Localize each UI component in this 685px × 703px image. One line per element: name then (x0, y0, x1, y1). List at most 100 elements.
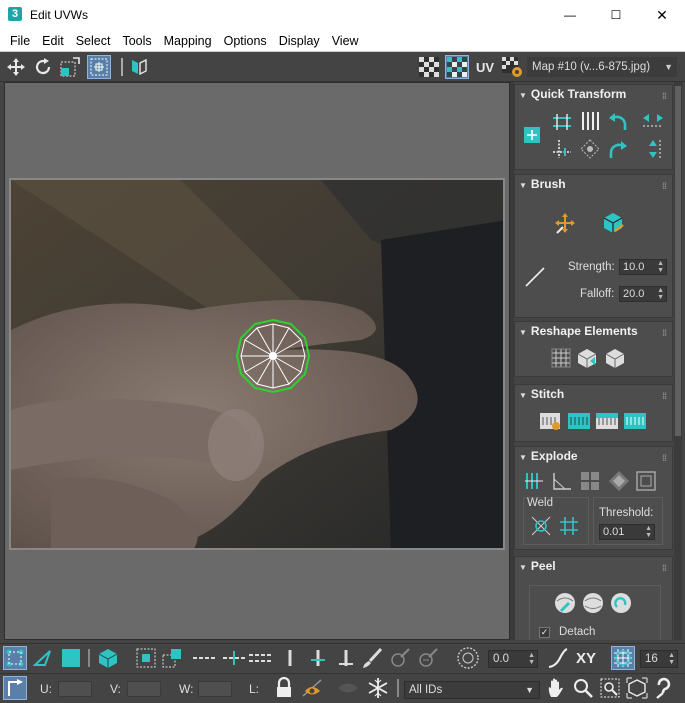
relax-until-flat-button[interactable] (575, 346, 599, 370)
panel-scrollbar[interactable] (674, 82, 682, 640)
break-by-smoothing-button[interactable] (523, 469, 547, 493)
falloff-type-button[interactable] (546, 646, 570, 670)
minimize-button[interactable]: — (547, 0, 593, 30)
ring-grow-button[interactable] (222, 646, 246, 670)
eye-visibility-icon (302, 679, 322, 697)
menu-view[interactable]: View (326, 34, 365, 48)
grid-size-field[interactable]: 16 ▲ ▼ (640, 650, 678, 668)
loop-grow-button[interactable] (306, 646, 330, 670)
flatten-by-smoothing-button[interactable] (635, 469, 659, 493)
move-tool-button[interactable] (4, 55, 28, 79)
strength-spinner[interactable]: 10.0 ▲ ▼ (619, 259, 667, 275)
v-coordinate-field[interactable] (127, 681, 161, 697)
stitch-average-button[interactable] (595, 409, 619, 433)
lock-selection-button[interactable] (272, 676, 296, 700)
menu-mapping[interactable]: Mapping (158, 34, 218, 48)
zoom-region-button[interactable] (598, 676, 622, 700)
paint-move-button[interactable] (553, 211, 577, 235)
zoom-button[interactable] (571, 676, 595, 700)
uv-mode-button[interactable]: UV (473, 55, 497, 79)
brush-header[interactable]: ▼ Brush ⁞⁞ (515, 175, 672, 193)
element-select-button[interactable] (96, 646, 120, 670)
menu-tools[interactable]: Tools (116, 34, 157, 48)
rotate-cw-button[interactable] (606, 137, 630, 161)
paint-shrink-button[interactable] (416, 646, 440, 670)
freeze-button[interactable] (366, 676, 390, 700)
absolute-offset-button[interactable] (3, 676, 27, 700)
polygon-select-button[interactable] (59, 646, 83, 670)
hide-unselected-button[interactable] (300, 676, 324, 700)
stitch-header[interactable]: ▼ Stitch ⁞⁞ (515, 385, 672, 403)
rotate-tool-button[interactable] (31, 55, 55, 79)
grow-selection-button[interactable] (134, 646, 158, 670)
align-vertical-button[interactable] (578, 109, 602, 133)
checker-display-button[interactable] (417, 55, 441, 79)
pan-button[interactable] (544, 676, 568, 700)
weld-selected-button[interactable] (529, 514, 553, 538)
stitch-to-source-button[interactable] (567, 409, 591, 433)
u-coordinate-field[interactable] (58, 681, 92, 697)
space-horizontal-button[interactable] (641, 109, 665, 133)
help-button[interactable] (652, 676, 676, 700)
close-button[interactable]: ✕ (639, 0, 685, 30)
brush-falloff-curve-button[interactable] (523, 265, 547, 289)
zoom-extents-button[interactable] (625, 676, 649, 700)
w-coordinate-field[interactable] (198, 681, 232, 697)
soft-selection-value-field[interactable]: 0.0 ▲ ▼ (488, 650, 538, 668)
soft-selection-button[interactable] (456, 646, 480, 670)
break-by-polygon-button[interactable] (579, 469, 603, 493)
space-vertical-button[interactable] (641, 137, 665, 161)
edge-select-button[interactable] (31, 646, 55, 670)
relax-brush-button[interactable] (601, 211, 625, 235)
align-center-button[interactable] (520, 123, 544, 147)
flatten-by-polygon-button[interactable] (607, 469, 631, 493)
stitch-custom-button[interactable] (539, 409, 563, 433)
straighten-selection-button[interactable] (549, 346, 573, 370)
menu-edit[interactable]: Edit (36, 34, 70, 48)
loop-shrink-alt-button[interactable] (334, 646, 358, 670)
straighten-button[interactable] (578, 137, 602, 161)
falloff-spinner[interactable]: 20.0 ▲ ▼ (619, 286, 667, 302)
maximize-button[interactable]: ☐ (593, 0, 639, 30)
shrink-selection-button[interactable] (160, 646, 184, 670)
detach-checkbox[interactable]: ✓ (539, 627, 550, 638)
quick-peel-button[interactable] (553, 591, 577, 615)
explode-header[interactable]: ▼ Explode ⁞⁞ (515, 447, 672, 465)
uv-mesh-wireframe[interactable] (235, 318, 311, 394)
threshold-spinner[interactable]: 0.01 ▲ ▼ (599, 524, 655, 540)
uv-viewport[interactable] (4, 82, 510, 640)
paint-grow-button[interactable] (388, 646, 412, 670)
map-settings-button[interactable] (500, 55, 524, 79)
scale-tool-button[interactable] (58, 55, 82, 79)
grid-snap-button[interactable] (611, 646, 635, 670)
relax-button[interactable] (603, 346, 627, 370)
mirror-tool-button[interactable] (127, 55, 151, 79)
align-bottom-button[interactable] (550, 137, 574, 161)
map-dropdown[interactable]: Map #10 (v...6-875.jpg) ▼ (527, 57, 677, 77)
coordinate-space-button[interactable]: XY (572, 646, 600, 670)
reset-peel-button[interactable] (609, 591, 633, 615)
stitch-to-target-button[interactable] (623, 409, 647, 433)
texture-display-button[interactable] (445, 55, 469, 79)
peel-mode-button[interactable] (581, 591, 605, 615)
vertex-select-button[interactable] (3, 646, 27, 670)
menu-display[interactable]: Display (273, 34, 326, 48)
menu-select[interactable]: Select (70, 34, 117, 48)
loop-shrink-button[interactable] (278, 646, 302, 670)
panel-scroll-thumb[interactable] (675, 86, 681, 436)
menu-options[interactable]: Options (218, 34, 273, 48)
menu-file[interactable]: File (4, 34, 36, 48)
rotate-ccw-button[interactable] (606, 109, 630, 133)
paint-select-button[interactable] (360, 646, 384, 670)
peel-header[interactable]: ▼ Peel ⁞⁞ (515, 557, 672, 575)
break-by-material-button[interactable] (551, 469, 575, 493)
freeform-tool-button[interactable] (87, 55, 111, 79)
quick-transform-header[interactable]: ▼ Quick Transform ⁞⁞ (515, 85, 672, 103)
filter-selected-button[interactable] (336, 676, 360, 700)
weld-target-button[interactable] (557, 514, 581, 538)
loop-select-button[interactable] (248, 646, 272, 670)
reshape-elements-header[interactable]: ▼ Reshape Elements ⁞⁞ (515, 322, 672, 340)
ring-select-button[interactable] (192, 646, 216, 670)
material-id-dropdown[interactable]: All IDs ▼ (404, 681, 540, 699)
align-horizontal-button[interactable] (550, 109, 574, 133)
